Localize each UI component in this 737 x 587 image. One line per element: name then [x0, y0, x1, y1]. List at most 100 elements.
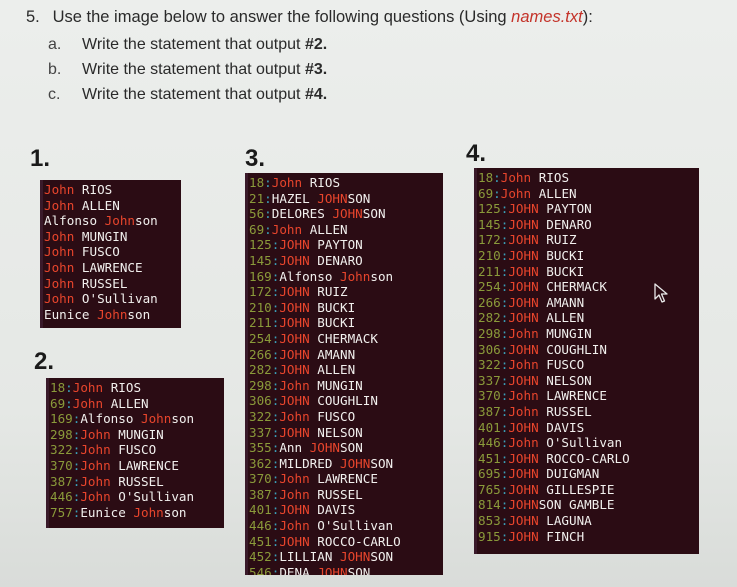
line-text: ALLEN — [531, 185, 577, 201]
line-number: 145 — [249, 252, 272, 268]
line-number: 757 — [50, 504, 73, 520]
line-text: SON — [362, 206, 386, 222]
match-highlight: JOHN — [508, 513, 539, 529]
line-number: 69 — [50, 395, 66, 411]
part-letter: a. — [48, 36, 62, 53]
line-separator: : — [493, 170, 501, 185]
match-highlight: John — [508, 357, 539, 373]
output-line: John FUSCO — [44, 244, 177, 260]
output-line: 266:JOHN AMANN — [249, 347, 439, 363]
line-number: 401 — [249, 502, 272, 518]
match-highlight: JOHN — [279, 252, 310, 268]
match-highlight: John — [44, 244, 75, 260]
output-line: 211:JOHN BUCKI — [249, 315, 439, 331]
output-line: 172:JOHN RUIZ — [478, 232, 695, 248]
line-text: Alfonso — [279, 268, 341, 284]
match-highlight: JOHN — [279, 299, 310, 315]
line-text: MUNGIN — [538, 325, 592, 341]
line-separator: : — [264, 221, 272, 237]
line-text: RUIZ — [538, 232, 577, 248]
line-number: 446 — [249, 518, 272, 534]
output-line: Eunice Johnson — [44, 307, 177, 323]
match-highlight: John — [133, 504, 164, 520]
output-line: 69:John ALLEN — [50, 396, 220, 412]
line-text: RUSSEL — [74, 275, 128, 291]
match-highlight: John — [80, 473, 111, 489]
output-line: 446:John O'Sullivan — [249, 518, 439, 534]
match-highlight: JOHN — [279, 237, 310, 253]
output-line: 211:JOHN BUCKI — [478, 264, 695, 280]
line-text: DENARO — [538, 216, 592, 232]
line-number: 298 — [249, 377, 272, 393]
line-number: 370 — [478, 388, 501, 404]
output-line: 18:John RIOS — [50, 380, 220, 396]
match-highlight: JOHN — [309, 440, 341, 456]
line-number: 765 — [478, 481, 501, 497]
match-highlight: John — [44, 275, 75, 291]
line-number: 695 — [478, 466, 501, 482]
line-text: son — [163, 504, 187, 520]
line-number: 210 — [478, 247, 501, 263]
line-number: 337 — [249, 424, 272, 440]
match-highlight: John — [508, 388, 539, 404]
line-text: ROCCO-CARLO — [538, 450, 630, 466]
line-text: MUNGIN — [110, 426, 164, 442]
line-number: 322 — [478, 357, 501, 373]
mouse-pointer-icon — [654, 283, 668, 303]
output-line: John ALLEN — [44, 198, 177, 214]
line-text: RUSSEL — [538, 403, 592, 419]
line-number: 210 — [249, 299, 272, 315]
output-line: 282:JOHN ALLEN — [478, 310, 695, 326]
output-line: 69:John ALLEN — [249, 222, 439, 238]
output-label-4: 4. — [466, 140, 487, 167]
line-text: BUCKI — [309, 299, 356, 315]
line-number: 370 — [50, 457, 73, 473]
question-prompt: 5. Use the image below to answer the fol… — [26, 8, 593, 27]
line-number: 446 — [478, 435, 501, 451]
match-highlight: John — [141, 411, 172, 427]
line-number: 337 — [478, 372, 501, 388]
line-text: LAGUNA — [538, 513, 592, 529]
line-text: AMANN — [538, 294, 585, 310]
match-highlight: John — [104, 213, 136, 229]
line-text: HAZEL — [271, 190, 318, 206]
match-highlight: JOHN — [508, 279, 539, 295]
line-number: 18 — [478, 170, 494, 185]
match-highlight: John — [80, 426, 111, 442]
line-text: SON — [370, 455, 394, 471]
match-highlight: JOHN — [340, 549, 371, 565]
output-line: 18:John RIOS — [478, 170, 695, 186]
output-line: 451:JOHN ROCCO-CARLO — [249, 534, 439, 550]
output-line: 814:JOHNSON GAMBLE — [478, 497, 695, 513]
match-highlight: John — [279, 471, 310, 487]
line-text: LAWRENCE — [74, 259, 143, 275]
output-line: 546:DENA JOHNSON — [249, 565, 439, 575]
output-line: 362:MILDRED JOHNSON — [249, 456, 439, 472]
match-highlight: John — [44, 291, 75, 307]
output-line: 446:John O'Sullivan — [50, 489, 220, 505]
match-highlight: John — [72, 380, 104, 395]
match-highlight: JOHN — [508, 419, 539, 435]
output-line: 210:JOHN BUCKI — [478, 248, 695, 264]
line-text: RIOS — [302, 175, 341, 190]
output-line: 355:Ann JOHNSON — [249, 440, 439, 456]
line-text: DAVIS — [538, 419, 585, 435]
line-number: 125 — [478, 201, 501, 217]
match-highlight: JOHN — [508, 341, 539, 357]
line-number: 546 — [249, 564, 272, 575]
match-highlight: JOHN — [508, 497, 539, 513]
output-line: John RIOS — [44, 182, 177, 198]
line-text: CHERMACK — [538, 279, 607, 295]
part-text: Write the statement that output — [82, 36, 305, 53]
line-text: MILDRED — [279, 455, 341, 471]
output-line: 298:John MUNGIN — [478, 326, 695, 342]
output-line: 915:JOHN FINCH — [478, 529, 695, 545]
output-line: 452:LILLIAN JOHNSON — [249, 549, 439, 565]
line-text: FUSCO — [110, 442, 157, 458]
part-letter: b. — [48, 61, 62, 78]
line-text: son — [370, 268, 394, 284]
line-number: 18 — [50, 380, 66, 395]
output-line: 125:JOHN PAYTON — [478, 201, 695, 217]
line-text: O'Sullivan — [110, 489, 195, 505]
line-text: FUSCO — [74, 244, 120, 260]
